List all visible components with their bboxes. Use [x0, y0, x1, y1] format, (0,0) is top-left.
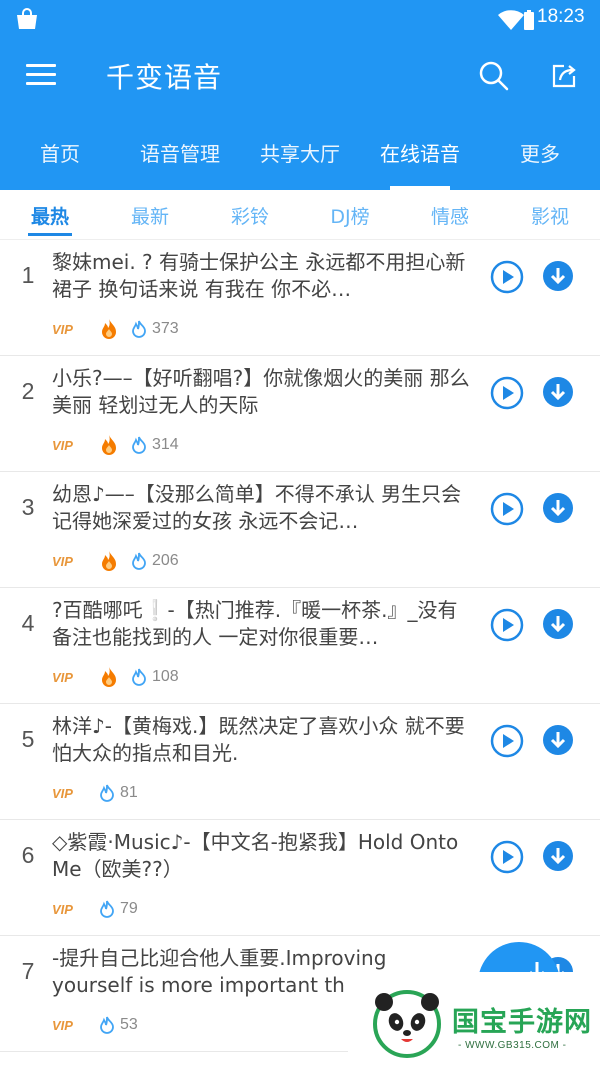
vip-badge: VIP: [52, 785, 73, 801]
battery-icon: [524, 10, 534, 30]
tab-home[interactable]: 首页: [0, 114, 120, 190]
play-count: 79: [120, 900, 138, 917]
subtab-emotion[interactable]: 情感: [400, 190, 500, 240]
play-icon[interactable]: [490, 840, 524, 874]
play-icon[interactable]: [490, 260, 524, 294]
item-meta: VIP 81: [52, 782, 138, 804]
subtab-film[interactable]: 影视: [500, 190, 600, 240]
app-bar: 千变语音: [0, 40, 600, 114]
voice-title: ◇紫霞·Music♪-【中文名-抱紧我】Hold Onto Me（欧美??）: [52, 830, 459, 881]
vip-badge: VIP: [52, 901, 73, 917]
item-meta: VIP 314: [52, 434, 179, 456]
list-item[interactable]: 1 黎妹mei. ? 有骑士保护公主 永远都不用担心新裙子 换句话来说 有我在 …: [0, 240, 600, 356]
share-icon[interactable]: [548, 60, 580, 92]
status-bar: 18:23: [0, 0, 600, 40]
subtab-dj-chart[interactable]: DJ榜: [300, 190, 400, 240]
tab-voice-manage[interactable]: 语音管理: [120, 114, 240, 190]
watermark-site: - WWW.GB315.COM -: [458, 1040, 567, 1051]
panda-logo-icon: [373, 990, 441, 1058]
play-count: 108: [152, 668, 179, 685]
item-meta: VIP 108: [52, 666, 179, 688]
subtab-hottest[interactable]: 最热: [0, 190, 100, 240]
list-item[interactable]: 2 小乐?—–【好听翻唱?】你就像烟火的美丽 那么美丽 轻划过无人的天际 VIP…: [0, 356, 600, 472]
vip-badge: VIP: [52, 669, 73, 685]
voice-title: ?百酷哪吒❕-【热门推荐.『暖一杯茶.』_没有备注也能找到的人 一定对你很重要…: [52, 598, 458, 649]
item-meta: VIP 79: [52, 898, 138, 920]
play-count: 373: [152, 320, 179, 337]
voice-list: 1 黎妹mei. ? 有骑士保护公主 永远都不用担心新裙子 换句话来说 有我在 …: [0, 240, 600, 1052]
rank-number: 3: [21, 494, 35, 520]
rank-number: 7: [21, 958, 35, 984]
download-icon[interactable]: [542, 260, 574, 292]
popularity-icon: [132, 436, 146, 454]
item-meta: VIP 373: [52, 318, 179, 340]
voice-title: 小乐?—–【好听翻唱?】你就像烟火的美丽 那么美丽 轻划过无人的天际: [52, 366, 470, 417]
play-icon[interactable]: [490, 724, 524, 758]
site-watermark: 国宝手游网 - WWW.GB315.COM -: [348, 972, 600, 1067]
shopping-bag-icon: [17, 8, 37, 29]
tab-share-hall[interactable]: 共享大厅: [240, 114, 360, 190]
voice-title: 黎妹mei. ? 有骑士保护公主 永远都不用担心新裙子 换句话来说 有我在 你不…: [52, 250, 466, 301]
search-icon[interactable]: [478, 60, 510, 92]
play-count: 53: [120, 1016, 138, 1033]
tab-online-voice[interactable]: 在线语音: [360, 114, 480, 190]
list-item[interactable]: 3 幼恩♪—–【没那么简单】不得不承认 男生只会记得她深爱过的女孩 永远不会记……: [0, 472, 600, 588]
tab-more[interactable]: 更多: [480, 114, 600, 190]
rank-number: 6: [21, 842, 35, 868]
item-meta: VIP 53: [52, 1014, 138, 1036]
play-count: 314: [152, 436, 179, 453]
list-item[interactable]: 4 ?百酷哪吒❕-【热门推荐.『暖一杯茶.』_没有备注也能找到的人 一定对你很重…: [0, 588, 600, 704]
rank-number: 5: [21, 726, 35, 752]
app-title: 千变语音: [106, 61, 223, 94]
popularity-icon: [100, 900, 114, 918]
menu-icon[interactable]: [26, 64, 56, 88]
vip-badge: VIP: [52, 321, 73, 337]
rank-number: 2: [21, 378, 35, 404]
list-item[interactable]: 5 林洋♪-【黄梅戏.】既然决定了喜欢小众 就不要怕大众的指点和目光. VIP …: [0, 704, 600, 820]
main-tabs: 首页 语音管理 共享大厅 在线语音 更多: [0, 114, 600, 190]
item-meta: VIP 206: [52, 550, 179, 572]
popularity-icon: [132, 552, 146, 570]
subtab-newest[interactable]: 最新: [100, 190, 200, 240]
sub-tabs: 最热 最新 彩铃 DJ榜 情感 影视: [0, 190, 600, 240]
download-icon[interactable]: [542, 608, 574, 640]
list-item[interactable]: 6 ◇紫霞·Music♪-【中文名-抱紧我】Hold Onto Me（欧美??）…: [0, 820, 600, 936]
popularity-icon: [100, 1016, 114, 1034]
download-icon[interactable]: [542, 840, 574, 872]
play-icon[interactable]: [490, 376, 524, 410]
fire-icon: [102, 667, 116, 687]
play-icon[interactable]: [490, 608, 524, 642]
voice-title: 林洋♪-【黄梅戏.】既然决定了喜欢小众 就不要怕大众的指点和目光.: [52, 714, 465, 765]
fire-icon: [102, 551, 116, 571]
download-icon[interactable]: [542, 492, 574, 524]
watermark-brand: 国宝手游网: [452, 1007, 592, 1038]
voice-title: 幼恩♪—–【没那么简单】不得不承认 男生只会记得她深爱过的女孩 永远不会记…: [52, 482, 462, 533]
play-icon[interactable]: [490, 492, 524, 526]
play-count: 81: [120, 784, 138, 801]
vip-badge: VIP: [52, 437, 73, 453]
vip-badge: VIP: [52, 553, 73, 569]
subtab-ringtone[interactable]: 彩铃: [200, 190, 300, 240]
play-count: 206: [152, 552, 179, 569]
download-icon[interactable]: [542, 724, 574, 756]
popularity-icon: [132, 320, 146, 338]
fire-icon: [102, 319, 116, 339]
status-time: 18:23: [537, 6, 585, 27]
download-icon[interactable]: [542, 376, 574, 408]
vip-badge: VIP: [52, 1017, 73, 1033]
popularity-icon: [132, 668, 146, 686]
rank-number: 1: [21, 262, 35, 288]
fire-icon: [102, 435, 116, 455]
popularity-icon: [100, 784, 114, 802]
wifi-icon: [498, 10, 524, 30]
rank-number: 4: [21, 610, 35, 636]
